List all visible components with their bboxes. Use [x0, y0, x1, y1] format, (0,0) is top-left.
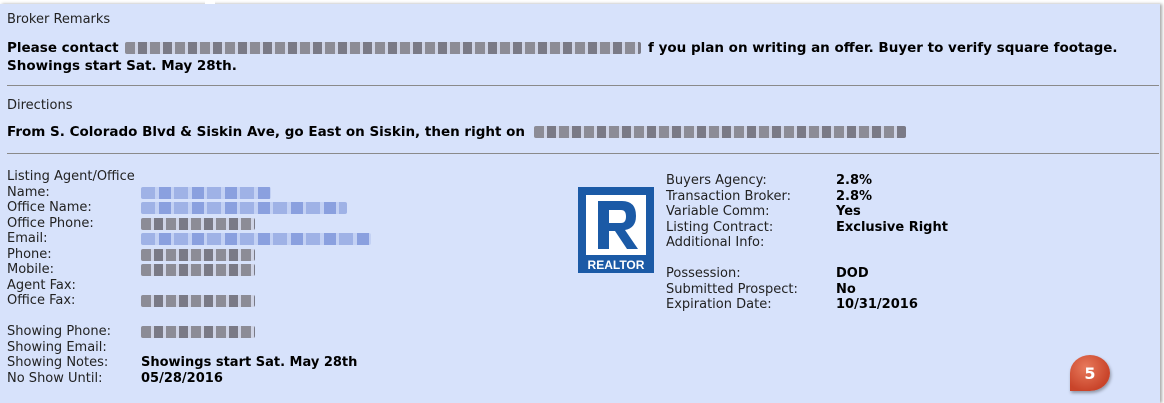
buyers-agency-label: Buyers Agency:	[666, 173, 767, 188]
possession-value: DOD	[836, 266, 869, 281]
broker-remarks-title: Broker Remarks	[7, 12, 111, 27]
section-divider	[7, 85, 1159, 86]
showing-email-label: Showing Email:	[7, 339, 107, 355]
expiration-date-value: 10/31/2016	[836, 297, 918, 312]
directions-text: From S. Colorado Blvd & Siskin Ave, go E…	[7, 124, 526, 140]
mobile-label: Mobile:	[7, 262, 55, 277]
redacted-directions	[533, 126, 906, 138]
no-show-until-value: 05/28/2016	[141, 370, 223, 386]
expiration-date-label: Expiration Date:	[666, 297, 772, 312]
phone-label: Phone:	[7, 246, 52, 262]
no-show-until-label: No Show Until:	[7, 370, 103, 386]
agent-fax-label: Agent Fax:	[7, 277, 76, 293]
listing-agent-section: Listing Agent/Office Name: Office Name: …	[7, 169, 371, 386]
name-label: Name:	[7, 184, 50, 200]
office-name-label: Office Name:	[7, 200, 92, 215]
showing-notes-label: Showing Notes:	[7, 355, 109, 370]
broker-remarks-line1: Please contact f you plan on writing an …	[7, 40, 1118, 56]
redacted-phone	[141, 248, 255, 261]
showing-phone-label: Showing Phone:	[7, 324, 111, 339]
redacted-showing-phone	[141, 326, 255, 338]
redacted-email[interactable]	[141, 233, 371, 245]
redacted-contact	[125, 42, 642, 54]
submitted-prospect-value: No	[836, 281, 856, 297]
variable-comm-label: Variable Comm:	[666, 204, 770, 219]
listing-detail-panel: Broker Remarks Please contact f you plan…	[0, 4, 1160, 403]
listing-agent-title: Listing Agent/Office	[7, 169, 135, 184]
transaction-broker-label: Transaction Broker:	[666, 188, 791, 204]
office-fax-label: Office Fax:	[7, 293, 76, 308]
broker-remarks-line1-end: f you plan on writing an offer. Buyer to…	[648, 40, 1118, 56]
step-number-badge: 5	[1070, 355, 1110, 391]
directions-title: Directions	[7, 98, 73, 113]
office-phone-label: Office Phone:	[7, 215, 94, 231]
listing-contract-value: Exclusive Right	[836, 219, 948, 235]
terms-section: Buyers Agency: 2.8% Transaction Broker: 2.…	[666, 173, 948, 313]
panel-notch	[205, 0, 215, 4]
directions-line: From S. Colorado Blvd & Siskin Ave, go E…	[7, 124, 906, 140]
email-label: Email:	[7, 231, 48, 246]
broker-remarks-line1-start: Please contact	[7, 40, 119, 56]
section-divider	[7, 153, 1159, 154]
realtor-logo: REALTOR	[578, 187, 654, 273]
redacted-office-name	[141, 202, 347, 214]
submitted-prospect-label: Submitted Prospect:	[666, 281, 798, 297]
realtor-logo-text: REALTOR	[588, 258, 645, 272]
transaction-broker-value: 2.8%	[836, 188, 873, 204]
showing-notes-value: Showings start Sat. May 28th	[141, 355, 358, 370]
possession-label: Possession:	[666, 266, 741, 281]
redacted-office-phone	[141, 217, 255, 230]
redacted-mobile	[141, 264, 255, 276]
redacted-name	[141, 186, 271, 199]
additional-info-label: Additional Info:	[666, 235, 765, 250]
buyers-agency-value: 2.8%	[836, 173, 873, 188]
listing-contract-label: Listing Contract:	[666, 219, 774, 235]
redacted-office-fax	[141, 295, 255, 307]
broker-remarks-line2: Showings start Sat. May 28th.	[7, 58, 237, 74]
realtor-r-icon: REALTOR	[578, 187, 654, 273]
variable-comm-value: Yes	[836, 204, 861, 219]
